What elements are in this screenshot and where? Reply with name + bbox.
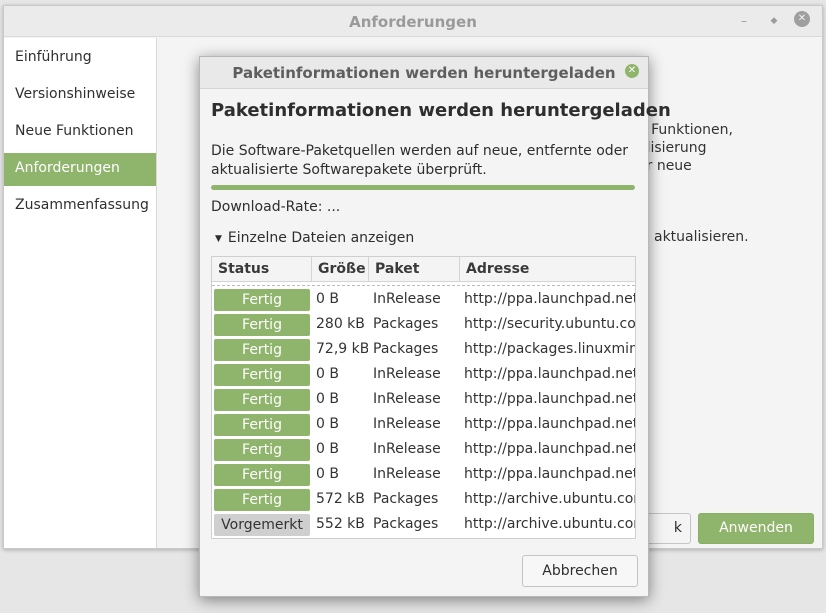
size-cell: 0 B [316, 391, 339, 407]
table-row[interactable]: Fertig 0 B InRelease http://ppa.launchpad.n… [212, 462, 635, 487]
content-text-line: aktualisieren. [654, 229, 749, 245]
main-titlebar[interactable]: Anforderungen – ◆ ✕ [4, 6, 822, 37]
column-header-status[interactable]: Status [212, 257, 312, 282]
dialog-title: Paketinformationen werden heruntergelade… [232, 64, 616, 82]
cancel-button[interactable]: Abbrechen [522, 555, 638, 587]
address-cell: http://ppa.launchpad.net/ [464, 441, 635, 457]
dialog-heading: Paketinformationen werden heruntergelade… [211, 100, 671, 121]
file-table[interactable]: Status Größe Paket Adresse Fertig 0 B InRe… [211, 256, 636, 539]
table-row[interactable]: Fertig 0 B InRelease http://ppa.launchpad.n… [212, 362, 635, 387]
table-body[interactable]: Fertig 0 B InRelease http://ppa.launchpad.n… [212, 282, 635, 538]
package-cell: Packages [373, 491, 439, 507]
table-row[interactable]: Fertig 72,9 kB Packages http://packages.lin… [212, 337, 635, 362]
status-badge: Fertig [214, 414, 310, 436]
address-cell: http://ppa.launchpad.net/ [464, 291, 635, 307]
apply-button[interactable]: Anwenden [698, 513, 814, 544]
progress-fill [211, 185, 635, 190]
column-header-package[interactable]: Paket [369, 257, 460, 282]
size-cell: 280 kB [316, 316, 365, 332]
size-cell: 0 B [316, 291, 339, 307]
size-cell: 0 B [316, 441, 339, 457]
column-header-address[interactable]: Adresse [460, 257, 635, 282]
sidebar-item-zusammenfassung[interactable]: Zusammenfassung [4, 190, 156, 223]
progress-bar [211, 185, 635, 190]
size-cell: 0 B [316, 466, 339, 482]
content-text-line: e Funktionen, [638, 122, 733, 138]
address-cell: http://archive.ubuntu.com [464, 516, 635, 532]
dialog-description: Die Software-Paketquellen werden auf neu… [211, 143, 629, 178]
address-cell: http://ppa.launchpad.net/ [464, 366, 635, 382]
download-dialog: Paketinformationen werden heruntergelade… [199, 56, 671, 597]
table-row[interactable]: Fertig 572 kB Packages http://archive.ubunt… [212, 487, 635, 512]
table-row[interactable]: Vorgemerkt 552 kB Packages http://archive.u… [212, 512, 635, 537]
files-expander[interactable]: ▼ Einzelne Dateien anzeigen [215, 230, 414, 246]
sidebar-item-anforderungen[interactable]: Anforderungen [4, 153, 156, 186]
dialog-titlebar[interactable]: Paketinformationen werden heruntergelade… [200, 57, 648, 89]
status-badge: Vorgemerkt [214, 514, 310, 536]
address-cell: http://security.ubuntu.com [464, 316, 635, 332]
maximize-icon[interactable]: ◆ [765, 12, 783, 30]
address-cell: http://archive.ubuntu.com [464, 491, 635, 507]
minimize-icon[interactable]: – [735, 12, 753, 30]
size-cell: 572 kB [316, 491, 365, 507]
address-cell: http://packages.linuxmint [464, 341, 635, 357]
triangle-down-icon: ▼ [215, 234, 222, 244]
table-row[interactable]: Fertig 0 B InRelease http://ppa.launchpad.n… [212, 437, 635, 462]
table-row[interactable]: Fertig 0 B InRelease http://ppa.launchpad.n… [212, 287, 635, 312]
column-header-size[interactable]: Größe [312, 257, 369, 282]
table-row[interactable]: Fertig 0 B InRelease http://ppa.launchpad.n… [212, 387, 635, 412]
partial-row [212, 282, 635, 286]
package-cell: InRelease [373, 291, 441, 307]
status-badge: Fertig [214, 314, 310, 336]
package-cell: InRelease [373, 416, 441, 432]
package-cell: InRelease [373, 441, 441, 457]
package-cell: InRelease [373, 466, 441, 482]
size-cell: 552 kB [316, 516, 365, 532]
size-cell: 0 B [316, 366, 339, 382]
size-cell: 0 B [316, 416, 339, 432]
sidebar-item-neue-funktionen[interactable]: Neue Funktionen [4, 116, 156, 149]
address-cell: http://ppa.launchpad.net/ [464, 466, 635, 482]
table-header: Status Größe Paket Adresse [212, 257, 635, 282]
table-row[interactable]: Fertig 0 B InRelease http://ppa.launchpad.n… [212, 412, 635, 437]
status-badge: Fertig [214, 364, 310, 386]
download-rate: Download-Rate: ... [211, 199, 341, 215]
package-cell: InRelease [373, 391, 441, 407]
status-badge: Fertig [214, 339, 310, 361]
address-cell: http://ppa.launchpad.net/ [464, 391, 635, 407]
window-title: Anforderungen [349, 13, 477, 31]
package-cell: Packages [373, 341, 439, 357]
close-icon[interactable]: ✕ [794, 11, 810, 27]
sidebar-item-einfuehrung[interactable]: Einführung [4, 42, 156, 75]
package-cell: Packages [373, 316, 439, 332]
size-cell: 72,9 kB [316, 341, 368, 357]
package-cell: Packages [373, 516, 439, 532]
status-badge: Fertig [214, 389, 310, 411]
status-badge: Fertig [214, 439, 310, 461]
package-cell: InRelease [373, 366, 441, 382]
status-badge: Fertig [214, 489, 310, 511]
address-cell: http://ppa.launchpad.net/ [464, 416, 635, 432]
expander-label: Einzelne Dateien anzeigen [227, 230, 415, 246]
status-badge: Fertig [214, 464, 310, 486]
sidebar: Einführung Versionshinweise Neue Funktio… [4, 38, 157, 548]
status-badge: Fertig [214, 289, 310, 311]
table-row[interactable]: Fertig 280 kB Packages http://security.ubun… [212, 312, 635, 337]
close-icon[interactable]: ✕ [625, 64, 639, 78]
sidebar-item-versionshinweise[interactable]: Versionshinweise [4, 79, 156, 112]
